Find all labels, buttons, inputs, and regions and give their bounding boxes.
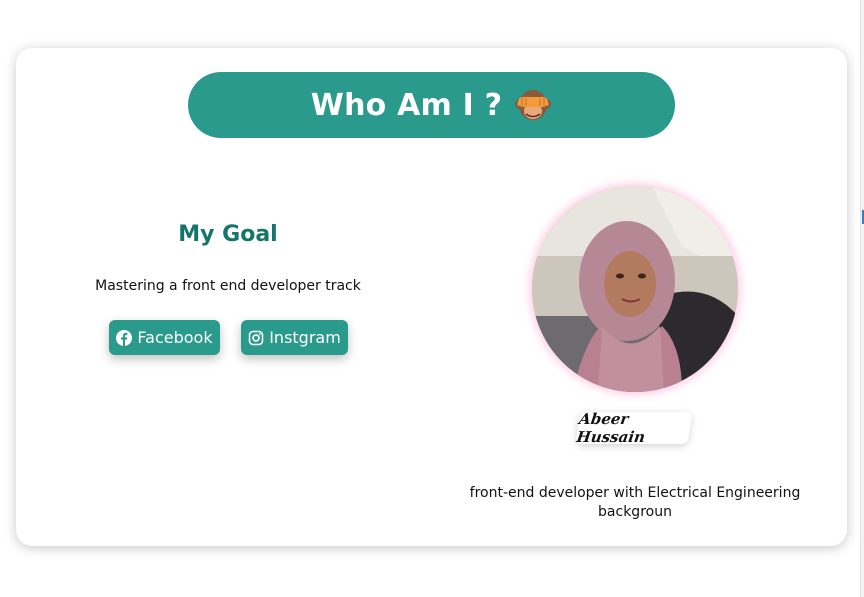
instagram-button[interactable]: Instgram (241, 320, 348, 355)
goal-heading: My Goal (178, 222, 278, 247)
title-banner: Who Am I ? (188, 72, 675, 138)
page: Who Am I ? My Goal Mastering a front end… (0, 0, 864, 597)
see-no-evil-monkey-icon (514, 86, 552, 124)
profile-card: Who Am I ? My Goal Mastering a front end… (16, 48, 847, 546)
facebook-button[interactable]: Facebook (109, 320, 220, 355)
facebook-icon (116, 329, 133, 346)
window-edge (860, 0, 864, 597)
page-title: Who Am I ? (310, 87, 503, 123)
facebook-label: Facebook (137, 328, 213, 347)
name-signature: Abeer Hussain (575, 410, 693, 446)
avatar-photo (532, 186, 738, 392)
avatar (532, 186, 738, 392)
bio-text: front-end developer with Electrical Engi… (469, 485, 801, 520)
instagram-icon (248, 330, 264, 346)
goal-description: Mastering a front end developer track (95, 278, 361, 294)
instagram-label: Instgram (269, 328, 341, 347)
